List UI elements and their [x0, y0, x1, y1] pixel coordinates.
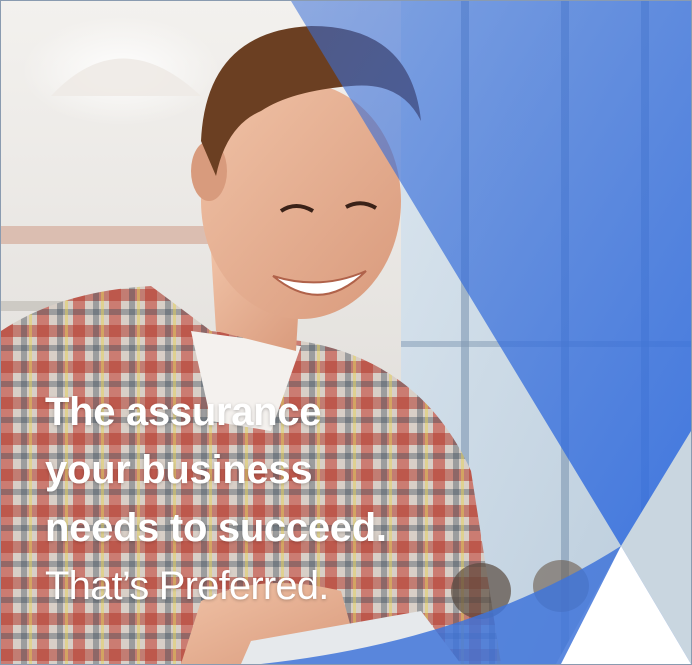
- headline-line-1: The assurance: [45, 390, 322, 434]
- tagline: That’s Preferred.: [45, 564, 329, 608]
- headline-line-2: your business: [45, 448, 313, 492]
- ad-banner: The assurance your business needs to suc…: [0, 0, 692, 665]
- headline: The assurance your business needs to suc…: [45, 383, 387, 557]
- headline-line-3: needs to succeed.: [45, 506, 387, 550]
